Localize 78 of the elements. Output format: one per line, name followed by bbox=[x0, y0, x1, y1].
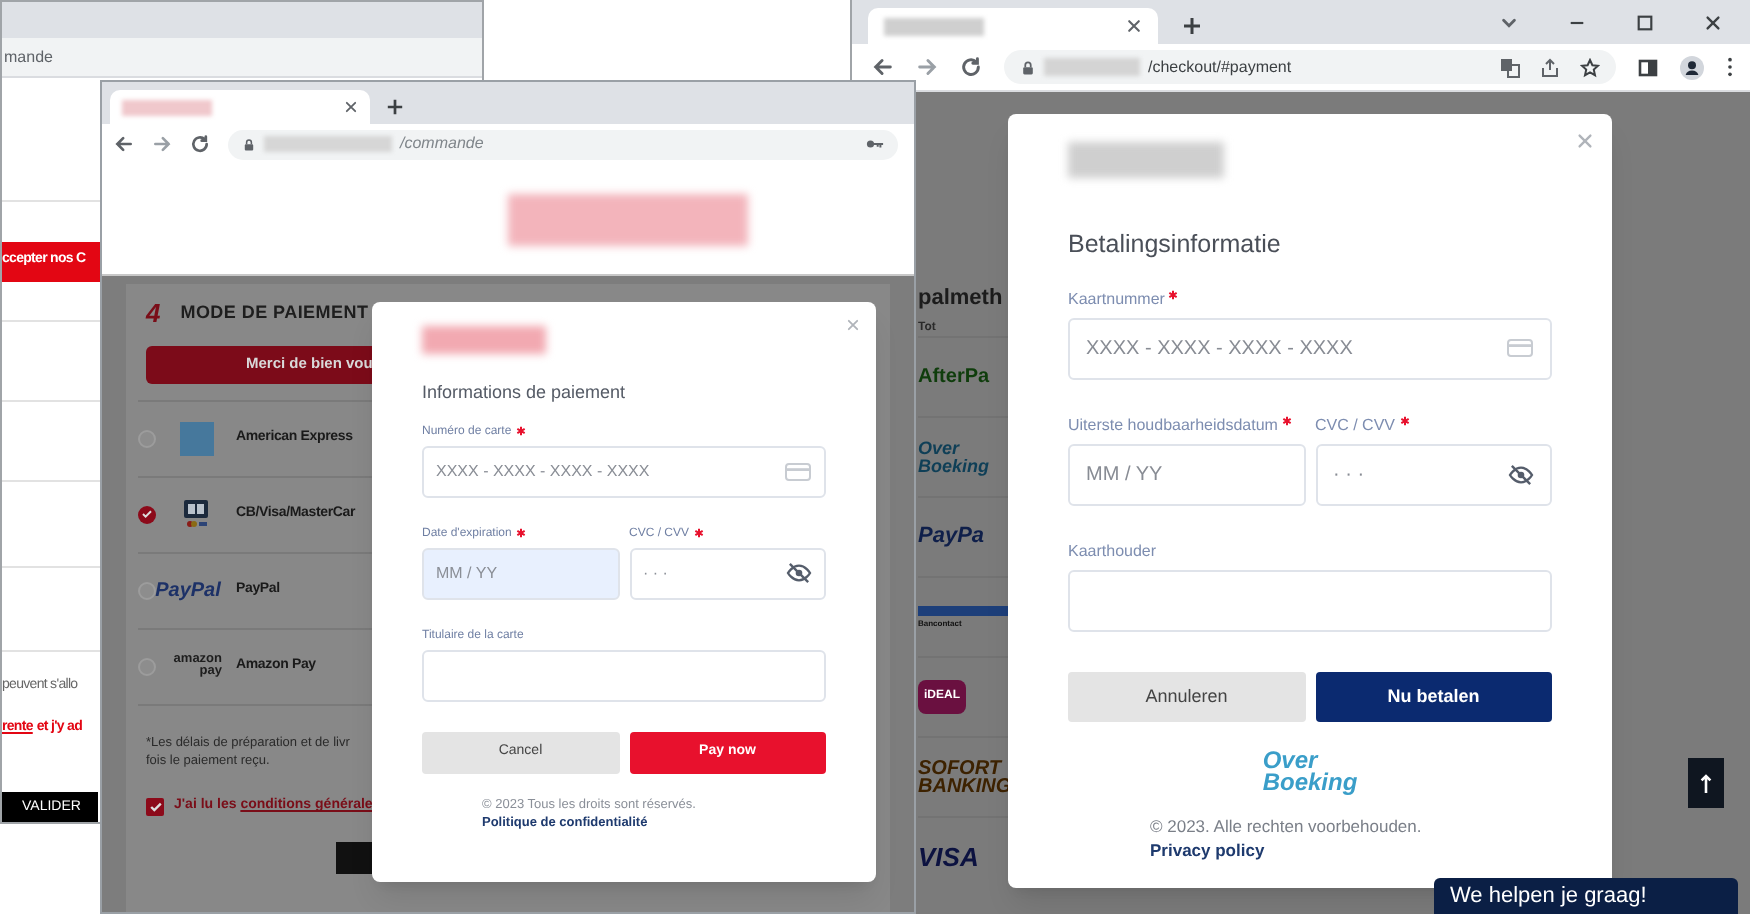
maximize-icon[interactable] bbox=[1636, 13, 1654, 31]
required-icon bbox=[1399, 415, 1410, 426]
required-icon bbox=[1281, 415, 1292, 426]
back-icon[interactable] bbox=[872, 56, 894, 78]
required-icon bbox=[1168, 289, 1179, 300]
lock-icon bbox=[242, 137, 256, 151]
chat-button[interactable]: We helpen je graag! bbox=[1434, 878, 1738, 914]
checkbox[interactable] bbox=[146, 797, 164, 816]
translate-icon[interactable] bbox=[1500, 57, 1520, 77]
section-title: MODE DE PAIEMENT bbox=[180, 300, 369, 326]
chevron-down-icon[interactable] bbox=[1500, 13, 1518, 31]
blurred-domain bbox=[264, 136, 392, 152]
url-text: /commande bbox=[400, 132, 486, 156]
reload-icon[interactable] bbox=[960, 56, 982, 78]
close-tab-icon[interactable] bbox=[344, 100, 358, 114]
forward-icon[interactable] bbox=[916, 56, 938, 78]
reload-icon[interactable] bbox=[190, 134, 210, 154]
payment-logo: AfterPa bbox=[918, 364, 992, 392]
payment-logo: PayPal bbox=[155, 577, 221, 605]
input-field[interactable]: MM / YY bbox=[1068, 443, 1305, 506]
credit-card-icon bbox=[1506, 338, 1534, 359]
field-label: CVC / CVV bbox=[1315, 413, 1396, 438]
input-field[interactable]: · · · bbox=[629, 547, 826, 599]
payment-logo: Over Boeking bbox=[918, 440, 992, 474]
field-label: Kaartnummer bbox=[1068, 287, 1165, 312]
input-field[interactable]: · · · bbox=[1315, 443, 1552, 506]
input-field[interactable]: XXXX - XXXX - XXXX - XXXX bbox=[1068, 317, 1552, 380]
back-icon[interactable] bbox=[114, 134, 134, 154]
privacy-policy-link[interactable]: Privacy policy bbox=[1150, 840, 1265, 861]
section-number: 4 bbox=[146, 296, 161, 332]
section-heading: palmeth bbox=[918, 284, 1003, 312]
copyright-text: © 2023. Alle rechten voorbehouden. Privacy policy bbox=[1150, 816, 1424, 865]
profile-icon[interactable] bbox=[1680, 55, 1704, 79]
blurred-tab-title bbox=[884, 17, 984, 35]
input-field[interactable] bbox=[1068, 569, 1552, 632]
close-tab-icon[interactable] bbox=[1126, 18, 1142, 34]
input-field[interactable]: XXXX - XXXX - XXXX - XXXX bbox=[422, 445, 826, 497]
radio-button[interactable] bbox=[138, 505, 156, 523]
payment-logo: PayPa bbox=[918, 522, 987, 553]
card-logo-icon bbox=[182, 498, 210, 530]
new-tab-icon[interactable] bbox=[1182, 16, 1202, 36]
address-bar[interactable]: /checkout/#payment bbox=[1004, 50, 1616, 84]
key-icon[interactable] bbox=[866, 138, 884, 150]
forward-icon[interactable] bbox=[152, 134, 172, 154]
field-label: Uiterste houdbaarheidsdatum bbox=[1068, 413, 1278, 438]
input-field[interactable]: MM / YY bbox=[422, 547, 619, 599]
new-tab-icon[interactable] bbox=[386, 98, 404, 116]
eye-slash-icon[interactable] bbox=[786, 562, 812, 584]
eye-slash-icon[interactable] bbox=[1508, 463, 1534, 486]
field-label: Kaarthouder bbox=[1068, 539, 1157, 564]
payment-logo: SOFORT BANKING bbox=[918, 759, 1010, 795]
input-field[interactable] bbox=[422, 649, 826, 701]
share-icon[interactable] bbox=[1540, 57, 1560, 77]
url-text: mande bbox=[2, 45, 53, 69]
close-window-icon[interactable] bbox=[1704, 13, 1722, 31]
blurred-domain bbox=[1044, 58, 1140, 76]
required-icon bbox=[515, 527, 526, 537]
arrow-up-icon bbox=[1700, 773, 1712, 793]
back-to-top-button[interactable] bbox=[1688, 758, 1724, 808]
star-icon[interactable] bbox=[1580, 57, 1600, 77]
payment-logo: VISA bbox=[918, 844, 981, 870]
pixelated-logo bbox=[422, 326, 546, 354]
credit-card-icon bbox=[784, 461, 812, 481]
required-icon bbox=[693, 527, 704, 537]
menu-icon[interactable] bbox=[1726, 56, 1734, 78]
address-bar[interactable]: mande bbox=[2, 38, 482, 78]
address-bar[interactable]: /commande bbox=[228, 129, 898, 159]
card-logo-icon bbox=[179, 421, 213, 455]
blurred-tab-title bbox=[122, 99, 212, 115]
side-panel-icon[interactable] bbox=[1638, 57, 1658, 77]
cancel-button[interactable]: Annuleren bbox=[1068, 671, 1305, 722]
url-text: /checkout/#payment bbox=[1148, 55, 1294, 79]
required-icon bbox=[515, 425, 526, 435]
brand-logo: Over Boeking bbox=[1262, 749, 1358, 793]
lock-icon bbox=[1020, 59, 1036, 75]
submit-button[interactable] bbox=[336, 841, 376, 873]
pay-button[interactable]: Nu betalen bbox=[1315, 671, 1552, 722]
modal-title: Betalingsinformatie bbox=[1068, 228, 1283, 262]
